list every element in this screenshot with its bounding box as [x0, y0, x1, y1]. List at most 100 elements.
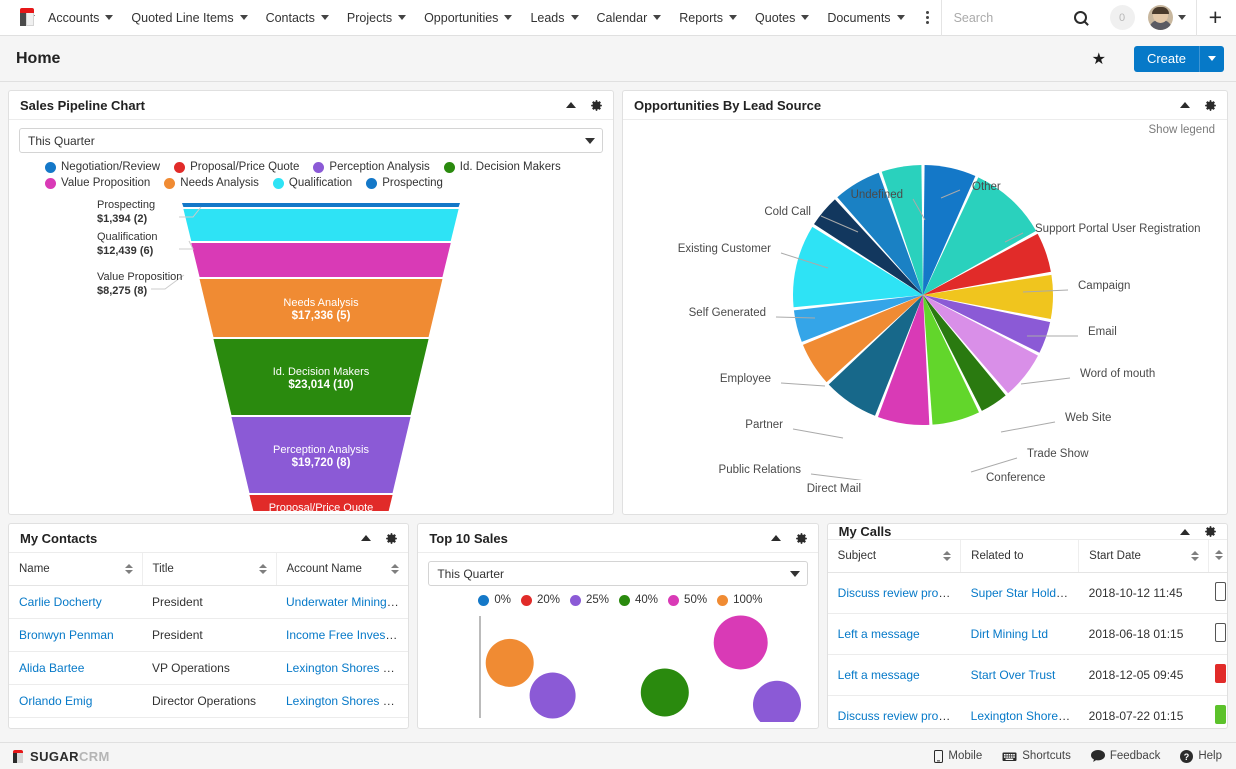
sort-icon[interactable]	[258, 563, 268, 574]
contact-name-link[interactable]: Bronwyn Penman	[19, 628, 114, 642]
favorite-star-icon[interactable]: ★	[1092, 49, 1106, 69]
bubble-point[interactable]	[714, 615, 769, 670]
column-header-start-date[interactable]: Start Date	[1078, 540, 1210, 573]
nav-module-projects[interactable]: Projects	[338, 0, 415, 36]
footer-link-shortcuts[interactable]: Shortcuts	[1002, 750, 1071, 762]
call-subject-link[interactable]: Left a message	[838, 668, 920, 682]
collapse-chevron-up-icon[interactable]	[770, 535, 781, 541]
footer-link-help[interactable]: ? Help	[1180, 749, 1222, 763]
footer-link-feedback[interactable]: Feedback	[1090, 750, 1160, 762]
collapse-chevron-up-icon[interactable]	[361, 535, 372, 541]
column-header-related-to[interactable]: Related to	[960, 540, 1080, 573]
global-search[interactable]	[940, 0, 1097, 36]
bubble-point[interactable]	[529, 672, 576, 719]
column-header-subject[interactable]: Subject	[827, 540, 962, 573]
legend-item[interactable]: 20%	[520, 594, 560, 606]
contact-name-link[interactable]: Orlando Emig	[19, 694, 92, 708]
pie-slice-label: Cold Call	[764, 206, 811, 218]
topsales-period-select[interactable]: This Quarter	[428, 561, 808, 586]
legend-item[interactable]: 25%	[569, 594, 609, 606]
notification-badge[interactable]: 0	[1109, 5, 1135, 30]
column-header-name[interactable]: Name	[9, 553, 143, 586]
legend-item[interactable]: Id. Decision Makers	[443, 161, 561, 173]
page-footer: SUGARCRM Mobile Shortcuts Feedback ? Hel…	[0, 742, 1236, 769]
nav-module-quotes[interactable]: Quotes	[746, 0, 818, 36]
more-modules-kebab-icon[interactable]	[914, 11, 941, 24]
table-header-row: Subject Related to Start Date	[827, 540, 1227, 573]
sort-icon[interactable]	[391, 563, 400, 574]
user-avatar[interactable]	[1147, 5, 1173, 30]
bubble-point[interactable]	[486, 638, 535, 687]
related-record-link[interactable]: Dirt Mining Ltd	[971, 627, 1048, 641]
nav-module-reports[interactable]: Reports	[670, 0, 746, 36]
account-name-link[interactable]: Lexington Shores Corp	[286, 661, 408, 675]
contact-name-link[interactable]: Carlie Docherty	[19, 595, 102, 609]
call-action-button[interactable]	[1214, 582, 1226, 601]
sugar-cube-icon	[12, 749, 25, 763]
call-subject-link[interactable]: Left a message	[838, 627, 920, 641]
gear-icon[interactable]	[1204, 525, 1217, 538]
call-action-button[interactable]	[1214, 705, 1226, 724]
legend-item[interactable]: 100%	[717, 594, 763, 606]
nav-module-opportunities[interactable]: Opportunities	[415, 0, 521, 36]
column-header-account-name[interactable]: Account Name	[276, 553, 409, 586]
related-record-link[interactable]: Lexington Shores Corp	[971, 709, 1079, 723]
nav-module-accounts[interactable]: Accounts	[39, 0, 122, 36]
gear-icon[interactable]	[795, 532, 808, 545]
call-subject-link[interactable]: Discuss review process	[838, 709, 961, 723]
column-header-title[interactable]: Title	[142, 553, 277, 586]
account-name-link[interactable]: Lexington Shores Corp	[286, 694, 408, 708]
legend-item[interactable]: 40%	[619, 594, 658, 606]
nav-module-quoted-line-items[interactable]: Quoted Line Items	[122, 0, 256, 36]
legend-item[interactable]: Value Proposition	[45, 177, 150, 189]
legend-item[interactable]: 0%	[478, 594, 511, 606]
sort-icon[interactable]	[1215, 550, 1224, 560]
legend-item[interactable]: 50%	[668, 594, 707, 606]
funnel-segment[interactable]	[191, 243, 451, 277]
legend-item[interactable]: Needs Analysis	[164, 177, 259, 189]
nav-module-leads[interactable]: Leads	[521, 0, 587, 36]
legend-item[interactable]: Prospecting	[366, 177, 443, 189]
create-button[interactable]: Create	[1133, 45, 1199, 72]
funnel-segment[interactable]	[183, 209, 459, 241]
call-subject-link[interactable]: Discuss review process	[838, 586, 961, 600]
create-dropdown-caret-icon[interactable]	[1199, 45, 1224, 72]
account-name-link[interactable]: Underwater Mining Inc.	[286, 595, 408, 609]
legend-color-dot	[164, 177, 176, 189]
table-row: Left a message Dirt Mining Ltd 2018-06-18 …	[827, 613, 1227, 655]
column-header-actions[interactable]	[1208, 540, 1227, 573]
contact-name-link[interactable]: Alida Bartee	[19, 661, 84, 675]
account-name-link[interactable]: Income Free Investing ...	[286, 628, 408, 642]
related-record-link[interactable]: Start Over Trust	[971, 668, 1056, 682]
nav-module-documents[interactable]: Documents	[818, 0, 913, 36]
collapse-chevron-up-icon[interactable]	[1180, 102, 1190, 108]
gear-icon[interactable]	[1204, 99, 1217, 112]
collapse-chevron-up-icon[interactable]	[566, 102, 576, 108]
legend-item[interactable]: Perception Analysis	[313, 161, 430, 173]
funnel-segment[interactable]	[182, 203, 460, 207]
legend-item[interactable]: Negotiation/Review	[45, 161, 160, 173]
user-menu-caret-icon[interactable]	[1177, 15, 1186, 20]
related-record-link[interactable]: Super Star Holdings I...	[971, 586, 1079, 600]
call-action-button[interactable]	[1214, 623, 1226, 642]
sort-icon[interactable]	[124, 563, 134, 574]
gear-icon[interactable]	[590, 99, 603, 112]
call-action-button[interactable]	[1214, 664, 1226, 683]
show-legend-toggle[interactable]: Show legend	[1149, 124, 1216, 136]
gear-icon[interactable]	[385, 532, 398, 545]
legend-item[interactable]: Proposal/Price Quote	[174, 161, 299, 173]
legend-item[interactable]: Qualification	[272, 177, 352, 189]
nav-module-calendar[interactable]: Calendar	[588, 0, 671, 36]
bubble-point[interactable]	[641, 668, 690, 717]
footer-link-mobile[interactable]: Mobile	[934, 749, 982, 763]
quick-create-plus-icon[interactable]: +	[1195, 0, 1236, 36]
collapse-chevron-up-icon[interactable]	[1179, 528, 1190, 535]
search-icon[interactable]	[1073, 11, 1087, 24]
nav-module-contacts[interactable]: Contacts	[257, 0, 338, 36]
bubble-point[interactable]	[753, 680, 802, 728]
legend-label: 100%	[733, 594, 763, 606]
sort-icon[interactable]	[943, 551, 952, 561]
search-input[interactable]	[953, 10, 1066, 25]
sort-icon[interactable]	[1191, 551, 1200, 561]
pipeline-period-select[interactable]: This Quarter	[19, 128, 603, 153]
